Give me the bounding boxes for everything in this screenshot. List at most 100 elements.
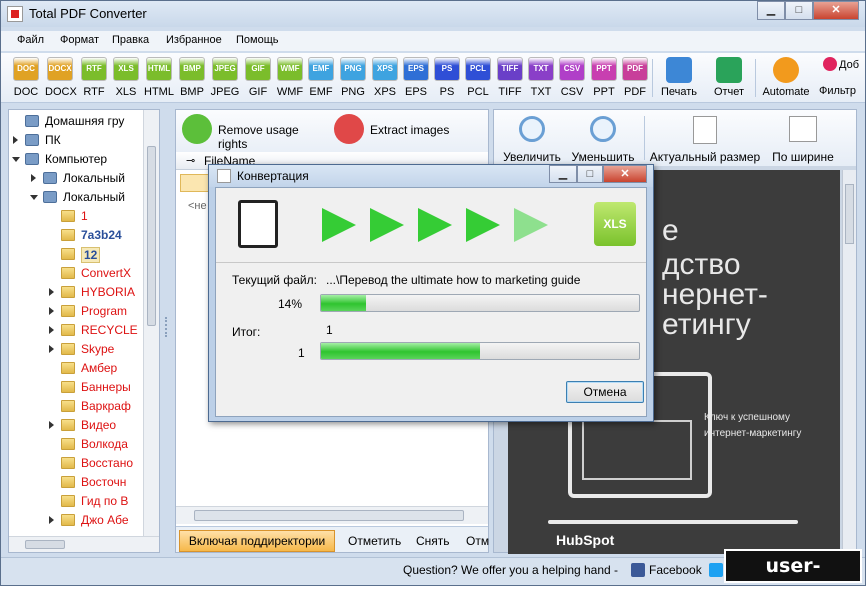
fit-width-button[interactable]: По ширине xyxy=(768,116,838,164)
menu-format[interactable]: Формат xyxy=(60,34,99,46)
format-csv-button[interactable]: CSV CSV xyxy=(557,57,587,98)
filter-button[interactable]: Доб Фильтр xyxy=(819,57,865,97)
menu-file[interactable]: Файл xyxy=(17,34,44,46)
menu-edit[interactable]: Правка xyxy=(112,34,149,46)
tree-item[interactable]: 12 xyxy=(9,245,143,264)
format-rtf-button[interactable]: RTF RTF xyxy=(79,57,109,98)
format-wmf-button[interactable]: WMF WMF xyxy=(275,57,305,98)
menu-favorites[interactable]: Избранное xyxy=(166,34,222,46)
tree-item[interactable]: Волкода xyxy=(9,435,143,454)
format-docx-button[interactable]: DOCX DOCX xyxy=(45,57,77,98)
folder-tree[interactable]: Домашняя гру ПК Компьютер Локальный Локальны… xyxy=(8,109,160,553)
tree-item[interactable]: Гид по В xyxy=(9,492,143,511)
tree-item[interactable]: Варкраф xyxy=(9,397,143,416)
format-bmp-button[interactable]: BMP BMP xyxy=(177,57,207,98)
print-button[interactable]: Печать xyxy=(657,57,701,98)
tree-item[interactable]: Skype xyxy=(9,340,143,359)
format-xps-button[interactable]: XPS XPS xyxy=(370,57,400,98)
app-logo-icon xyxy=(7,6,23,22)
other-mark-button[interactable]: Отм xyxy=(466,534,489,548)
tree-hscroll-thumb[interactable] xyxy=(25,540,65,549)
format-gif-button[interactable]: GIF GIF xyxy=(243,57,273,98)
format-xps-icon: XPS xyxy=(372,57,398,81)
collapsed-arrow-icon[interactable] xyxy=(49,421,54,429)
tree-item[interactable]: Локальный xyxy=(9,169,143,188)
tree-item[interactable]: Видео xyxy=(9,416,143,435)
format-pdf-button[interactable]: PDF PDF xyxy=(620,57,650,98)
collapsed-arrow-icon[interactable] xyxy=(49,516,54,524)
format-html-button[interactable]: HTML HTML xyxy=(144,57,174,98)
collapsed-arrow-icon[interactable] xyxy=(31,174,36,182)
tree-item[interactable]: Джо Абе xyxy=(9,511,143,530)
format-eps-button[interactable]: EPS EPS xyxy=(401,57,431,98)
automate-button[interactable]: Automate xyxy=(759,57,813,98)
format-ppt-button[interactable]: PPT PPT xyxy=(589,57,619,98)
zoom-in-button[interactable]: Увеличить xyxy=(500,116,564,164)
format-doc-button[interactable]: DOC DOC xyxy=(11,57,41,98)
preview-scroll-thumb[interactable] xyxy=(845,184,854,244)
tree-item[interactable]: Восточн xyxy=(9,473,143,492)
format-tiff-button[interactable]: TIFF TIFF xyxy=(495,57,525,98)
list-horizontal-scrollbar[interactable] xyxy=(176,506,488,524)
extract-images-button[interactable]: Extract images xyxy=(332,114,462,146)
actual-size-button[interactable]: Актуальный размер xyxy=(648,116,762,164)
dialog-minimize-button[interactable]: ▁ xyxy=(549,165,577,183)
preview-rule xyxy=(548,520,798,524)
collapsed-arrow-icon[interactable] xyxy=(49,307,54,315)
tree-item-label: Восстано xyxy=(81,456,134,470)
twitter-icon[interactable] xyxy=(709,563,723,577)
format-png-button[interactable]: PNG PNG xyxy=(338,57,368,98)
format-csv-icon: CSV xyxy=(559,57,585,81)
facebook-link[interactable]: Facebook xyxy=(649,563,702,577)
include-subdirs-button[interactable]: Включая поддиректории xyxy=(179,530,335,552)
collapsed-arrow-icon[interactable] xyxy=(49,288,54,296)
format-ps-button[interactable]: PS PS xyxy=(432,57,462,98)
splitter-handle[interactable] xyxy=(165,317,171,337)
unmark-button[interactable]: Снять xyxy=(416,534,450,548)
remove-usage-rights-button[interactable]: Remove usage rights xyxy=(180,114,330,151)
help-question-link[interactable]: Question? We offer you a helping hand - xyxy=(403,563,618,577)
minimize-button[interactable]: ▁ xyxy=(757,1,785,20)
tree-item[interactable]: Локальный xyxy=(9,188,143,207)
tree-item[interactable]: Восстано xyxy=(9,454,143,473)
tree-item[interactable]: Амбер xyxy=(9,359,143,378)
format-pcl-button[interactable]: PCL PCL xyxy=(463,57,493,98)
tree-item[interactable]: Program xyxy=(9,302,143,321)
format-icon-text: GIF xyxy=(251,64,265,73)
report-button[interactable]: Отчет xyxy=(709,57,749,98)
tree-item[interactable]: Баннеры xyxy=(9,378,143,397)
collapsed-arrow-icon[interactable] xyxy=(49,345,54,353)
zoom-out-button[interactable]: Уменьшить xyxy=(568,116,638,164)
tree-item[interactable]: 1 xyxy=(9,207,143,226)
conversion-dialog: Конвертация ▁ □ ✕ XLS Текущий файл: ...\… xyxy=(208,164,654,422)
collapsed-arrow-icon[interactable] xyxy=(13,136,18,144)
tree-item[interactable]: Домашняя гру xyxy=(9,112,143,131)
tree-item[interactable]: ПК xyxy=(9,131,143,150)
format-txt-button[interactable]: TXT TXT xyxy=(526,57,556,98)
cancel-button[interactable]: Отмена xyxy=(566,381,644,403)
preview-vertical-scrollbar[interactable] xyxy=(842,170,856,554)
dialog-close-button[interactable]: ✕ xyxy=(603,165,647,183)
selected-file-row[interactable] xyxy=(180,174,210,192)
tree-item[interactable]: Компьютер xyxy=(9,150,143,169)
dialog-maximize-button[interactable]: □ xyxy=(577,165,603,183)
tree-scroll-thumb[interactable] xyxy=(147,146,156,326)
tree-item[interactable]: 7a3b24 xyxy=(9,226,143,245)
tree-item[interactable]: RECYCLE xyxy=(9,321,143,340)
format-xls-button[interactable]: XLS XLS xyxy=(111,57,141,98)
tree-item[interactable]: ConvertX xyxy=(9,264,143,283)
tree-vertical-scrollbar[interactable] xyxy=(143,110,159,536)
menu-help[interactable]: Помощь xyxy=(236,34,279,46)
collapsed-arrow-icon[interactable] xyxy=(49,326,54,334)
tree-horizontal-scrollbar[interactable] xyxy=(9,536,159,552)
expanded-arrow-icon[interactable] xyxy=(30,195,38,200)
close-button[interactable]: ✕ xyxy=(813,1,859,20)
tree-item[interactable]: HYBORIA xyxy=(9,283,143,302)
maximize-button[interactable]: □ xyxy=(785,1,813,20)
format-icon-text: WMF xyxy=(280,64,300,73)
mark-button[interactable]: Отметить xyxy=(348,534,401,548)
expanded-arrow-icon[interactable] xyxy=(12,157,20,162)
list-scroll-thumb[interactable] xyxy=(194,510,464,521)
format-emf-button[interactable]: EMF EMF xyxy=(306,57,336,98)
format-jpeg-button[interactable]: JPEG JPEG xyxy=(210,57,240,98)
